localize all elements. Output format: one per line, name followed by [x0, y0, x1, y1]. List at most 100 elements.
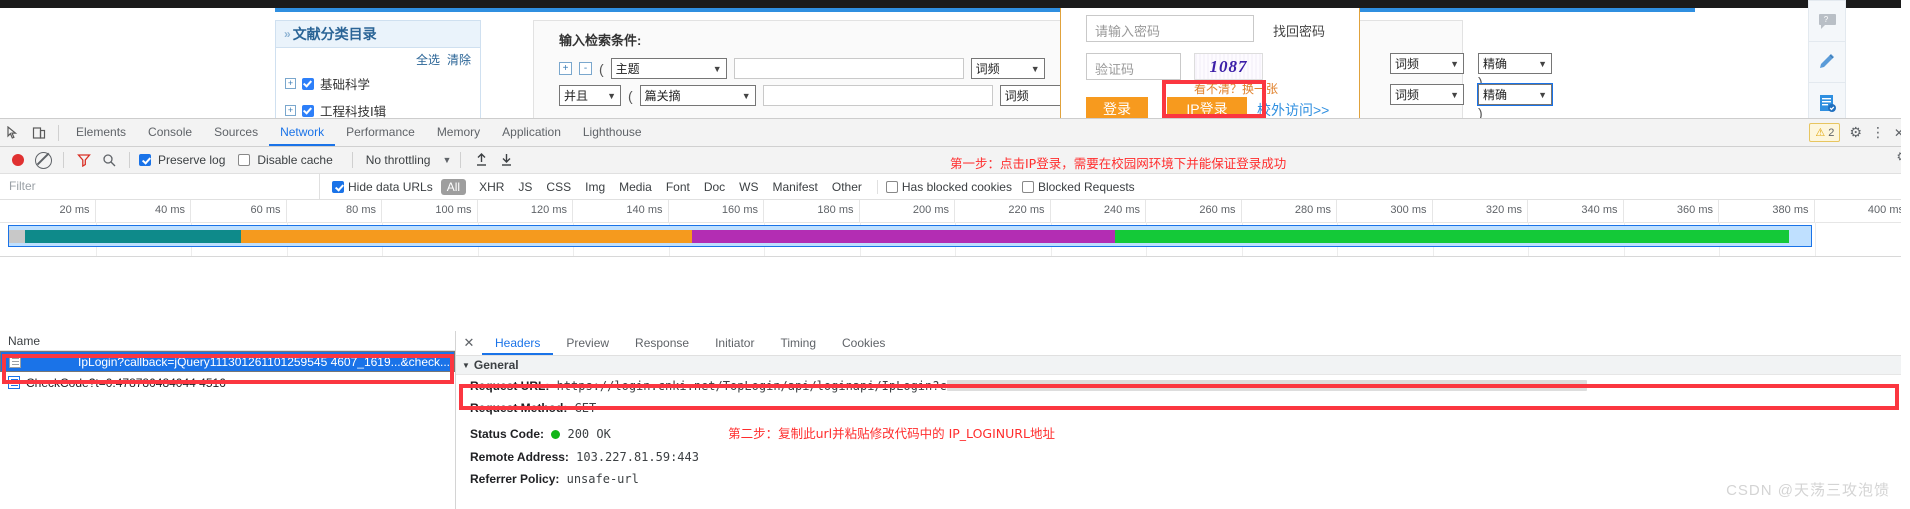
blocked-requests-label[interactable]: Blocked Requests [1038, 180, 1135, 194]
field-select-1[interactable]: 篇关摘 ▼ [640, 85, 756, 106]
import-har-icon[interactable] [470, 149, 492, 171]
select-all-link[interactable]: 全选 [416, 51, 440, 68]
filter-type-media[interactable]: Media [612, 180, 659, 194]
filter-divider [877, 180, 878, 194]
category-checkbox[interactable] [302, 105, 314, 117]
edit-icon[interactable] [1809, 42, 1845, 83]
tab-cookies[interactable]: Cookies [829, 331, 898, 355]
blocked-requests-checkbox[interactable] [1022, 181, 1034, 193]
remove-row-icon[interactable]: - [579, 62, 592, 75]
preserve-log-label[interactable]: Preserve log [158, 153, 225, 167]
filter-type-manifest[interactable]: Manifest [766, 180, 825, 194]
hide-data-urls-label[interactable]: Hide data URLs [348, 180, 433, 194]
status-code-field: Status Code: 200 OK 第二步：复制此url并粘贴修改代码中的 … [456, 419, 1910, 446]
tab-preview[interactable]: Preview [553, 331, 622, 355]
timeline-tick-label: 280 ms [1295, 204, 1331, 216]
request-method-key: Request Method: [470, 401, 567, 415]
overview-band [241, 230, 692, 243]
clear-button[interactable] [32, 149, 54, 171]
throttling-select[interactable]: No throttling [366, 153, 431, 167]
match-select-1[interactable]: 精确 ▼ [1478, 84, 1552, 105]
general-section-header[interactable]: ▼ General [456, 356, 1910, 375]
referrer-policy-value: unsafe-url [567, 472, 639, 486]
feedback-icon[interactable]: ? [1809, 1, 1845, 42]
device-toolbar-icon[interactable] [26, 119, 52, 146]
captcha-input[interactable]: 验证码 [1086, 53, 1181, 80]
export-har-icon[interactable] [495, 149, 517, 171]
keyword-input-0[interactable] [734, 58, 964, 79]
timeline-tick-label: 220 ms [1008, 204, 1044, 216]
freq-select-0b[interactable]: 词频 ▼ [1390, 53, 1464, 74]
filter-type-doc[interactable]: Doc [697, 180, 732, 194]
timeline-tick: 80 ms [287, 200, 383, 222]
timeline-tick-label: 360 ms [1677, 204, 1713, 216]
field-select-0[interactable]: 主题 ▼ [611, 58, 727, 79]
status-code-value: 200 OK [567, 427, 610, 441]
filter-type-font[interactable]: Font [659, 180, 697, 194]
captcha-refresh-link[interactable]: 看不清？换一张 [1194, 80, 1278, 97]
tab-sources[interactable]: Sources [203, 119, 269, 146]
chevron-down-icon[interactable]: ▼ [442, 155, 451, 165]
hide-data-urls-checkbox[interactable] [332, 181, 344, 193]
tab-elements[interactable]: Elements [65, 119, 137, 146]
freq-select-0[interactable]: 词频 ▼ [971, 58, 1045, 79]
clear-link[interactable]: 清除 [447, 51, 471, 68]
has-blocked-cookies-checkbox[interactable] [886, 181, 898, 193]
logic-select-value: 并且 [564, 87, 588, 104]
remote-address-value: 103.227.81.59:443 [576, 450, 699, 464]
tab-console[interactable]: Console [137, 119, 203, 146]
off-campus-access-link[interactable]: 校外访问>> [1257, 100, 1329, 120]
tab-initiator[interactable]: Initiator [702, 331, 767, 355]
filter-type-xhr[interactable]: XHR [472, 180, 511, 194]
filter-type-js[interactable]: JS [511, 180, 539, 194]
filter-button[interactable] [73, 149, 95, 171]
tab-network[interactable]: Network [269, 119, 335, 146]
disable-cache-label[interactable]: Disable cache [257, 153, 332, 167]
filter-type-css[interactable]: CSS [539, 180, 578, 194]
match-select-0[interactable]: 精确 ▼ [1478, 53, 1552, 74]
captcha-image[interactable]: 1087 [1194, 53, 1263, 80]
search-button[interactable] [98, 149, 120, 171]
freq-select-1b[interactable]: 词频 ▼ [1390, 84, 1464, 105]
toolbar-divider [352, 152, 353, 168]
overview-band [692, 230, 1115, 243]
tab-lighthouse[interactable]: Lighthouse [572, 119, 653, 146]
tab-application[interactable]: Application [491, 119, 572, 146]
tab-performance[interactable]: Performance [335, 119, 426, 146]
preserve-log-checkbox[interactable] [139, 154, 151, 166]
category-checkbox[interactable] [302, 78, 314, 90]
svg-text:?: ? [1823, 15, 1828, 24]
record-button[interactable] [7, 149, 29, 171]
tab-timing[interactable]: Timing [767, 331, 829, 355]
filter-type-ws[interactable]: WS [732, 180, 765, 194]
expand-plus-icon[interactable]: + [285, 105, 296, 116]
keyword-input-1[interactable] [763, 85, 993, 106]
page-scrollbar[interactable] [1901, 0, 1910, 508]
expand-plus-icon[interactable]: + [285, 78, 296, 89]
tab-memory[interactable]: Memory [426, 119, 491, 146]
more-options-icon[interactable]: ⋮ [1871, 124, 1885, 141]
filter-input[interactable]: Filter [0, 174, 320, 199]
table-row[interactable]: CheckCode?t=0.478780484044 4516 [0, 372, 455, 393]
filter-type-all[interactable]: All [441, 179, 466, 195]
table-row[interactable]: IpLogin?callback=jQuery11130126110125954… [0, 351, 455, 372]
request-list-pane: Name IpLogin?callback=jQuery111301261101… [0, 331, 456, 509]
tab-response[interactable]: Response [622, 331, 702, 355]
inspect-icon[interactable] [0, 119, 26, 146]
add-row-icon[interactable]: + [559, 62, 572, 75]
warning-badge[interactable]: ⚠ 2 [1809, 123, 1840, 142]
disable-cache-checkbox[interactable] [238, 154, 250, 166]
filter-type-img[interactable]: Img [578, 180, 612, 194]
close-icon[interactable]: ✕ [456, 331, 482, 355]
filter-type-other[interactable]: Other [825, 180, 869, 194]
tab-headers[interactable]: Headers [482, 331, 553, 355]
network-overview[interactable]: 20 ms40 ms60 ms80 ms100 ms120 ms140 ms16… [0, 200, 1910, 257]
toolbar-divider [63, 152, 64, 168]
chevron-down-icon: ▼ [1031, 64, 1040, 74]
category-item-0[interactable]: + 基础科学 [276, 70, 480, 97]
logic-select-1[interactable]: 并且 ▼ [559, 85, 621, 106]
password-input[interactable]: 请输入密码 [1086, 15, 1254, 42]
forgot-password-link[interactable]: 找回密码 [1273, 21, 1325, 40]
gear-icon[interactable]: ⚙ [1849, 124, 1862, 141]
has-blocked-cookies-label[interactable]: Has blocked cookies [902, 180, 1012, 194]
